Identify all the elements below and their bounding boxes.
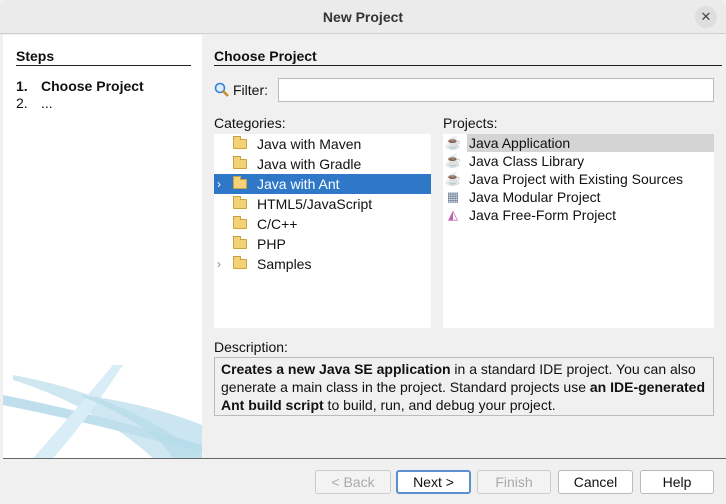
- footer-divider: [3, 458, 726, 459]
- free-form-icon: ◭: [448, 207, 458, 222]
- back-button[interactable]: < Back: [315, 470, 391, 494]
- folder-icon: [233, 176, 247, 189]
- projects-list: ☕ Java Application ☕ Java Class Library ☕ J…: [443, 134, 714, 328]
- java-cup-icon: ☕: [445, 153, 462, 168]
- help-button[interactable]: Help: [640, 470, 714, 494]
- finish-button[interactable]: Finish: [477, 470, 551, 494]
- project-label: Java Free-Form Project: [469, 207, 617, 223]
- java-cup-icon: ☕: [445, 171, 462, 186]
- cancel-button[interactable]: Cancel: [558, 470, 633, 494]
- java-cup-icon: ☕: [445, 135, 462, 150]
- divider: [214, 65, 722, 66]
- folder-icon: [233, 196, 247, 209]
- category-label: Java with Maven: [257, 136, 362, 152]
- folder-icon: [233, 136, 247, 149]
- project-label: Java Application: [467, 134, 714, 152]
- decorative-swoosh: [3, 365, 202, 458]
- category-c-cpp[interactable]: C/C++: [214, 214, 431, 234]
- category-label: HTML5/JavaScript: [257, 196, 373, 212]
- description-box: Creates a new Java SE application in a s…: [214, 357, 714, 416]
- categories-list: Java with Maven Java with Gradle › Java w…: [214, 134, 431, 328]
- project-java-existing-sources[interactable]: ☕ Java Project with Existing Sources: [443, 170, 714, 188]
- filter-input[interactable]: [278, 78, 714, 102]
- steps-heading: Steps: [16, 48, 55, 64]
- project-java-free-form[interactable]: ◭ Java Free-Form Project: [443, 206, 714, 224]
- step-current: Choose Project: [41, 78, 144, 94]
- chevron-right-icon[interactable]: ›: [217, 174, 221, 194]
- step-number: 2.: [16, 95, 28, 111]
- project-label: Java Project with Existing Sources: [469, 171, 683, 187]
- category-java-with-maven[interactable]: Java with Maven: [214, 134, 431, 154]
- chevron-right-icon[interactable]: ›: [217, 254, 221, 274]
- close-icon[interactable]: ✕: [695, 6, 717, 28]
- description-text: Creates a new Java SE application: [221, 361, 451, 377]
- modular-project-icon: ▦: [446, 189, 460, 204]
- step-number: 1.: [16, 78, 28, 94]
- title-bar: New Project ✕: [0, 0, 726, 34]
- category-java-with-ant[interactable]: › Java with Ant: [214, 174, 431, 194]
- category-php[interactable]: PHP: [214, 234, 431, 254]
- projects-label: Projects:: [443, 115, 498, 131]
- categories-label: Categories:: [214, 115, 286, 131]
- project-java-modular[interactable]: ▦ Java Modular Project: [443, 188, 714, 206]
- steps-panel: Steps 1. Choose Project 2. ...: [3, 35, 202, 458]
- folder-icon: [233, 236, 247, 249]
- project-label: Java Modular Project: [469, 189, 601, 205]
- folder-icon: [233, 216, 247, 229]
- folder-icon: [233, 156, 247, 169]
- window-title: New Project: [322, 9, 404, 25]
- project-java-application[interactable]: ☕ Java Application: [443, 134, 714, 152]
- search-icon: [214, 82, 229, 97]
- description-text: to build, run, and debug your project.: [323, 397, 556, 413]
- category-label: Samples: [257, 256, 312, 272]
- project-java-class-library[interactable]: ☕ Java Class Library: [443, 152, 714, 170]
- category-samples[interactable]: › Samples: [214, 254, 431, 274]
- next-button[interactable]: Next >: [396, 470, 471, 494]
- category-html5-javascript[interactable]: HTML5/JavaScript: [214, 194, 431, 214]
- filter-label: Filter:: [233, 82, 268, 98]
- description-label: Description:: [214, 339, 288, 355]
- folder-icon: [233, 256, 247, 269]
- category-label: Java with Gradle: [257, 156, 362, 172]
- category-label: PHP: [257, 236, 286, 252]
- category-label: Java with Ant: [257, 176, 340, 192]
- category-java-with-gradle[interactable]: Java with Gradle: [214, 154, 431, 174]
- page-title: Choose Project: [214, 48, 317, 64]
- project-label: Java Class Library: [469, 153, 585, 169]
- step-next: ...: [41, 95, 53, 111]
- divider: [16, 65, 191, 66]
- category-label: C/C++: [257, 216, 298, 232]
